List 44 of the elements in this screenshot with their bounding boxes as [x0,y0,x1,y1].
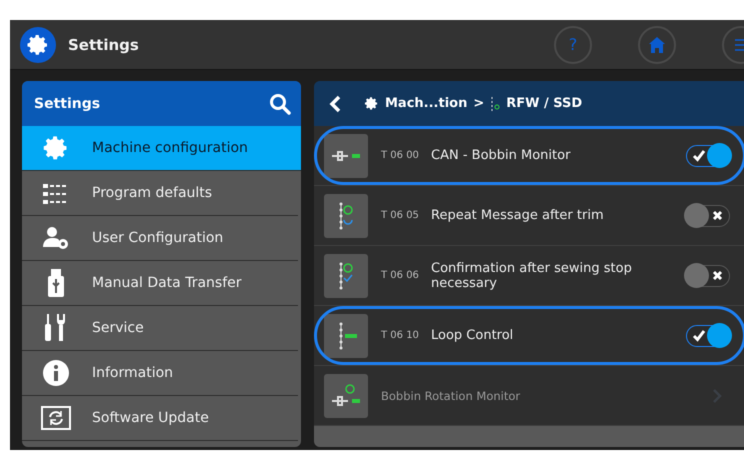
bobbin-rotation-icon [330,382,362,408]
panel-title: Settings [34,96,100,112]
setting-label: CAN - Bobbin Monitor [431,148,572,163]
chevron-icon [712,388,722,404]
seam-repeat-icon [339,202,353,230]
settings-logo-icon [20,26,56,62]
breadcrumb-separator: > [473,96,484,111]
toggle-switch[interactable] [686,264,730,286]
setting-label: Confirmation after sewing stop necessary [431,260,633,290]
tools-icon [44,313,68,343]
setting-row[interactable]: T 06 00 CAN - Bobbin Monitor [314,126,744,186]
parameter-code: T 06 06 [381,270,420,281]
setting-row[interactable]: T 06 05 Repeat Message after trim [314,186,744,246]
home-icon [648,36,666,54]
parameter-code: T 06 05 [381,210,420,221]
search-icon[interactable] [269,92,291,114]
close-icon [712,210,723,220]
setting-label: Loop Control [431,328,514,343]
check-icon [692,148,706,162]
menu-item[interactable]: Machine configuration [22,126,301,171]
gear-icon [364,96,379,111]
setting-label: Repeat Message after trim [431,208,605,223]
usb-stick-icon [46,268,66,298]
thread-icon [490,96,500,112]
parameter-code: T 06 10 [381,330,420,341]
setting-label: Bobbin Rotation Monitor [381,388,522,402]
info-icon [42,359,70,387]
menu-icon [735,38,744,50]
check-icon [692,328,706,342]
toggle-switch[interactable] [686,144,730,166]
seam-check-icon [339,262,353,290]
breadcrumb-link[interactable]: RFW / SSD [506,96,582,111]
update-icon [41,406,71,430]
bobbin-sensor-icon [330,150,362,162]
breadcrumb-link[interactable]: Mach...tion [385,96,468,111]
back-icon[interactable] [328,94,342,112]
toggle-switch[interactable] [686,324,730,346]
setting-row[interactable]: T 06 10 Loop Control [314,306,744,366]
toggle-switch[interactable] [686,204,730,226]
parameter-code: T 06 00 [381,150,420,161]
user-settings-icon [41,225,71,251]
close-icon [712,270,723,280]
app-title: Settings [68,36,140,54]
setting-row[interactable]: T 06 06 Confirmation after sewing stop necessary [314,246,744,306]
